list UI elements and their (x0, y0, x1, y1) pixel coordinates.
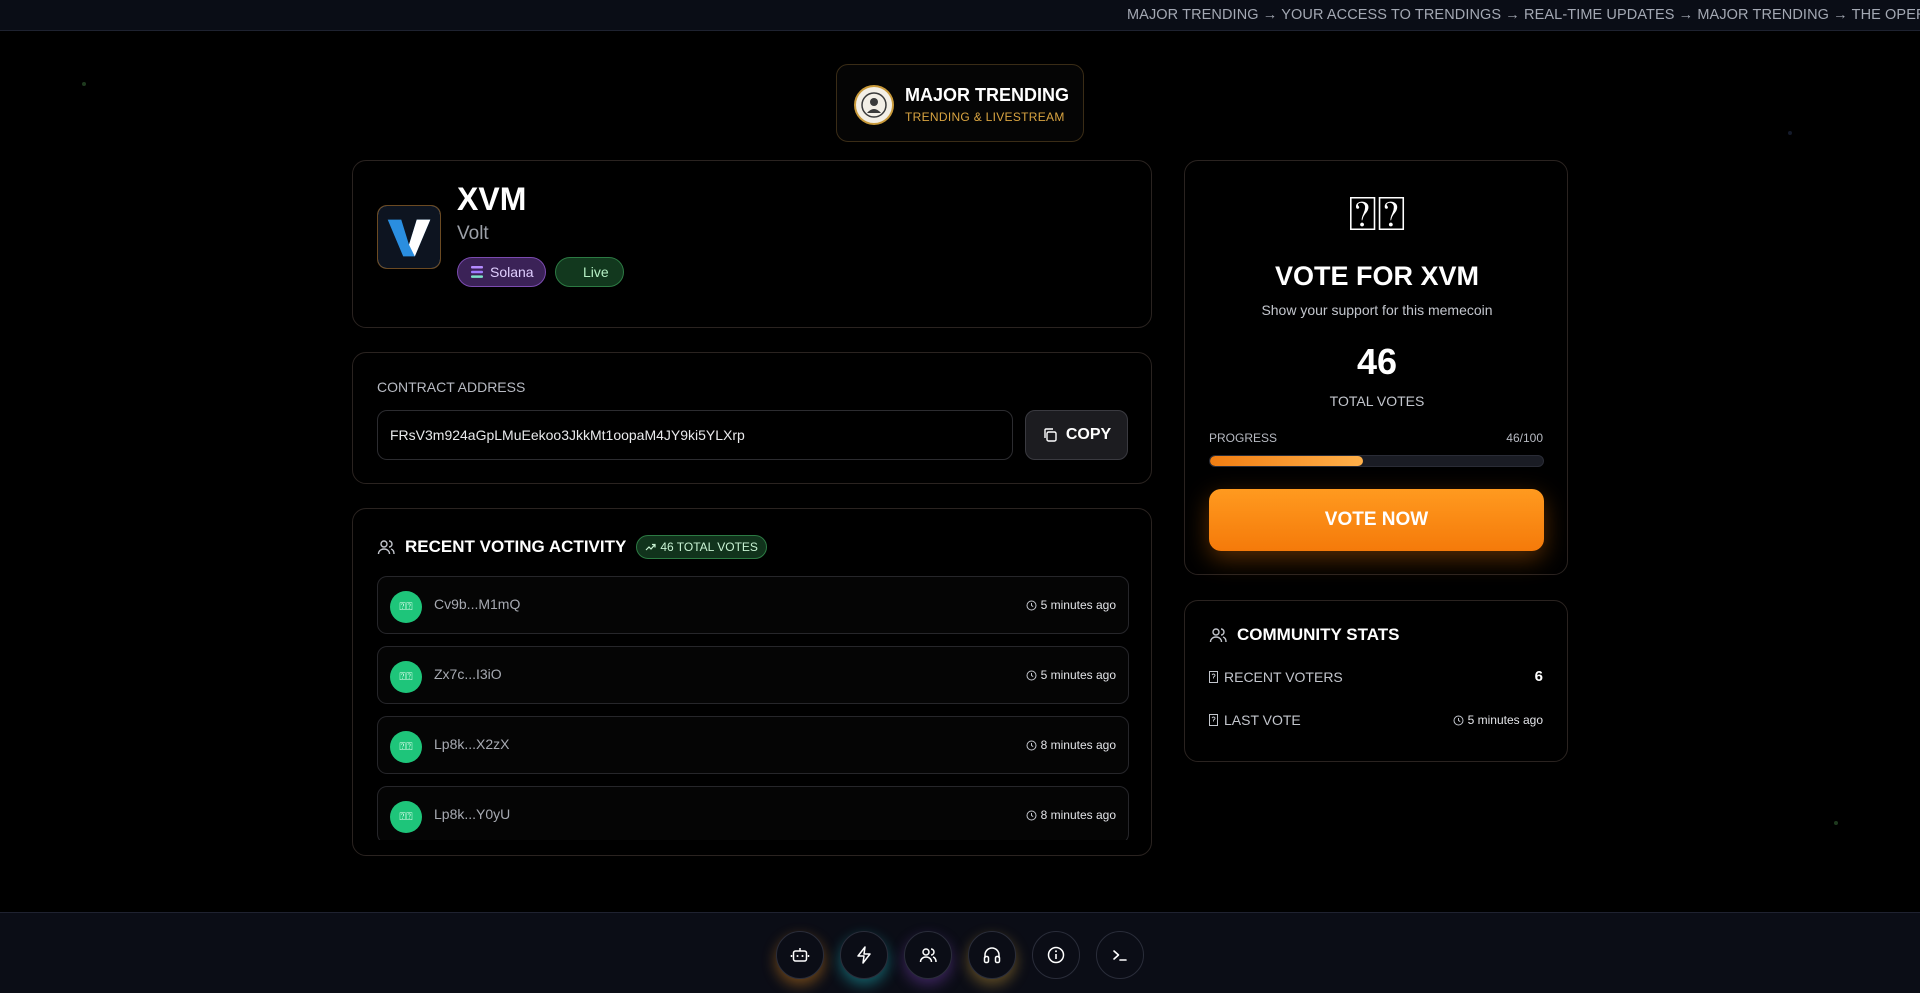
voter-address: Lp8k...Y0yU (434, 806, 511, 822)
ticker-text: MAJOR TRENDING → YOUR ACCESS TO TRENDING… (1127, 7, 1920, 23)
last-vote-label-text: LAST VOTE (1224, 712, 1301, 728)
users-icon (1209, 628, 1227, 643)
info-icon (1047, 946, 1065, 964)
avatar: ⍰⍰ (390, 591, 422, 623)
voter-address: Cv9b...M1mQ (434, 596, 521, 612)
decorative-dot (1788, 131, 1792, 135)
vote-count-label: TOTAL VOTES (1329, 393, 1425, 409)
recent-voters-label-text: RECENT VOTERS (1224, 668, 1343, 685)
solana-icon (471, 266, 483, 278)
trending-up-icon (645, 543, 656, 551)
clock-icon (1453, 715, 1464, 725)
nav-lightning-button[interactable] (840, 931, 888, 979)
recent-voters-label: RECENT VOTERS (1209, 669, 1343, 685)
live-badge: Live (555, 257, 624, 287)
stats-header: COMMUNITY STATS (1209, 625, 1399, 645)
placeholder-glyph-icon (1209, 714, 1218, 726)
vote-time: 8 minutes ago (1026, 738, 1116, 752)
brand-title: MAJOR TRENDING (905, 85, 1070, 105)
users-icon (919, 948, 937, 963)
nav-robot-button[interactable] (776, 931, 824, 979)
nav-users-button[interactable] (904, 931, 952, 979)
vote-time: 8 minutes ago (1026, 808, 1116, 822)
progress-fill (1210, 456, 1364, 466)
brand-subtitle: TRENDING & LIVESTREAM (905, 110, 1065, 124)
total-votes-badge-label: 46 TOTAL VOTES (660, 540, 758, 554)
brand-card[interactable]: MAJOR TRENDING TRENDING & LIVESTREAM (836, 64, 1084, 142)
copy-button[interactable]: COPY (1025, 410, 1128, 460)
terminal-icon (1113, 950, 1127, 961)
voter-address: Zx7c...I3iO (434, 666, 502, 682)
token-symbol: XVM (457, 181, 527, 217)
copy-icon (1044, 428, 1057, 442)
clock-icon (1026, 670, 1037, 680)
vote-time-label: 5 minutes ago (1040, 598, 1116, 612)
vote-count: 46 (1356, 341, 1398, 382)
token-logo (377, 205, 441, 269)
progress-value: 46/100 (1506, 431, 1543, 445)
activity-header: RECENT VOTING ACTIVITY 46 TOTAL VOTES (377, 535, 767, 559)
ticker-bar: MAJOR TRENDING → YOUR ACCESS TO TRENDING… (0, 0, 1920, 31)
vote-now-button[interactable]: VOTE NOW (1209, 489, 1544, 551)
avatar: ⍰⍰ (390, 731, 422, 763)
lightning-icon (857, 946, 871, 964)
decorative-dot (1834, 821, 1838, 825)
nav-headphones-button[interactable] (968, 931, 1016, 979)
list-item: ⍰⍰ Lp8k...Y0yU 8 minutes ago (377, 786, 1129, 840)
progress-bar (1209, 455, 1544, 467)
brand-logo (854, 85, 894, 125)
last-vote-value-text: 5 minutes ago (1467, 713, 1543, 727)
vote-card: ⍰⍰ VOTE FOR XVM Show your support for th… (1184, 160, 1568, 575)
last-vote-row: LAST VOTE 5 minutes ago (1209, 712, 1543, 728)
volt-logo-icon (378, 206, 440, 268)
live-badge-label: Live (583, 264, 609, 280)
stats-title: COMMUNITY STATS (1237, 625, 1400, 644)
vote-title: VOTE FOR XVM (1274, 261, 1480, 291)
clock-icon (1026, 600, 1037, 610)
list-item: ⍰⍰ Cv9b...M1mQ 5 minutes ago (377, 576, 1129, 634)
vote-time-label: 8 minutes ago (1040, 738, 1116, 752)
copy-button-label: COPY (1065, 426, 1112, 443)
activity-card: RECENT VOTING ACTIVITY 46 TOTAL VOTES ⍰⍰… (352, 508, 1152, 856)
vote-subtitle: Show your support for this memecoin (1261, 302, 1493, 318)
bottom-nav (0, 912, 1920, 993)
avatar: ⍰⍰ (390, 661, 422, 693)
activity-title: RECENT VOTING ACTIVITY (405, 537, 627, 556)
nav-terminal-button[interactable] (1096, 931, 1144, 979)
vote-time: 5 minutes ago (1026, 598, 1116, 612)
voter-address: Lp8k...X2zX (434, 736, 510, 752)
total-votes-badge: 46 TOTAL VOTES (636, 535, 767, 559)
community-stats-card: COMMUNITY STATS RECENT VOTERS 6 LAST VOT… (1184, 600, 1568, 762)
list-item: ⍰⍰ Lp8k...X2zX 8 minutes ago (377, 716, 1129, 774)
list-item: ⍰⍰ Zx7c...I3iO 5 minutes ago (377, 646, 1129, 704)
decorative-dot (82, 82, 86, 86)
token-name: Volt (457, 223, 489, 244)
users-icon (377, 540, 395, 555)
progress-label: PROGRESS (1209, 431, 1278, 445)
activity-list: ⍰⍰ Cv9b...M1mQ 5 minutes ago ⍰⍰ Zx7c...I… (377, 576, 1129, 840)
contract-label: CONTRACT ADDRESS (377, 379, 526, 395)
emblem-icon (861, 92, 887, 118)
chain-badge-label: Solana (490, 264, 534, 280)
robot-icon (790, 948, 810, 962)
clock-icon (1026, 810, 1037, 820)
recent-voters-value: 6 (1534, 668, 1543, 685)
chain-badge: Solana (457, 257, 546, 287)
vote-time-label: 8 minutes ago (1040, 808, 1116, 822)
vote-time-label: 5 minutes ago (1040, 668, 1116, 682)
token-card: XVM Volt Solana Live (352, 160, 1152, 328)
avatar: ⍰⍰ (390, 801, 422, 833)
headphones-icon (983, 947, 1001, 964)
placeholder-glyph-icon (1209, 670, 1218, 683)
nav-info-button[interactable] (1032, 931, 1080, 979)
contract-address-field[interactable]: FRsV3m924aGpLMuEekoo3JkkMt1oopaM4JY9ki5Y… (377, 410, 1013, 460)
last-vote-label: LAST VOTE (1209, 712, 1301, 728)
recent-voters-row: RECENT VOTERS 6 (1209, 668, 1543, 685)
contract-card: CONTRACT ADDRESS FRsV3m924aGpLMuEekoo3Jk… (352, 352, 1152, 484)
vote-time: 5 minutes ago (1026, 668, 1116, 682)
last-vote-value: 5 minutes ago (1453, 713, 1543, 727)
vote-emoji-icon: ⍰⍰ (1348, 188, 1406, 241)
clock-icon (1026, 740, 1037, 750)
